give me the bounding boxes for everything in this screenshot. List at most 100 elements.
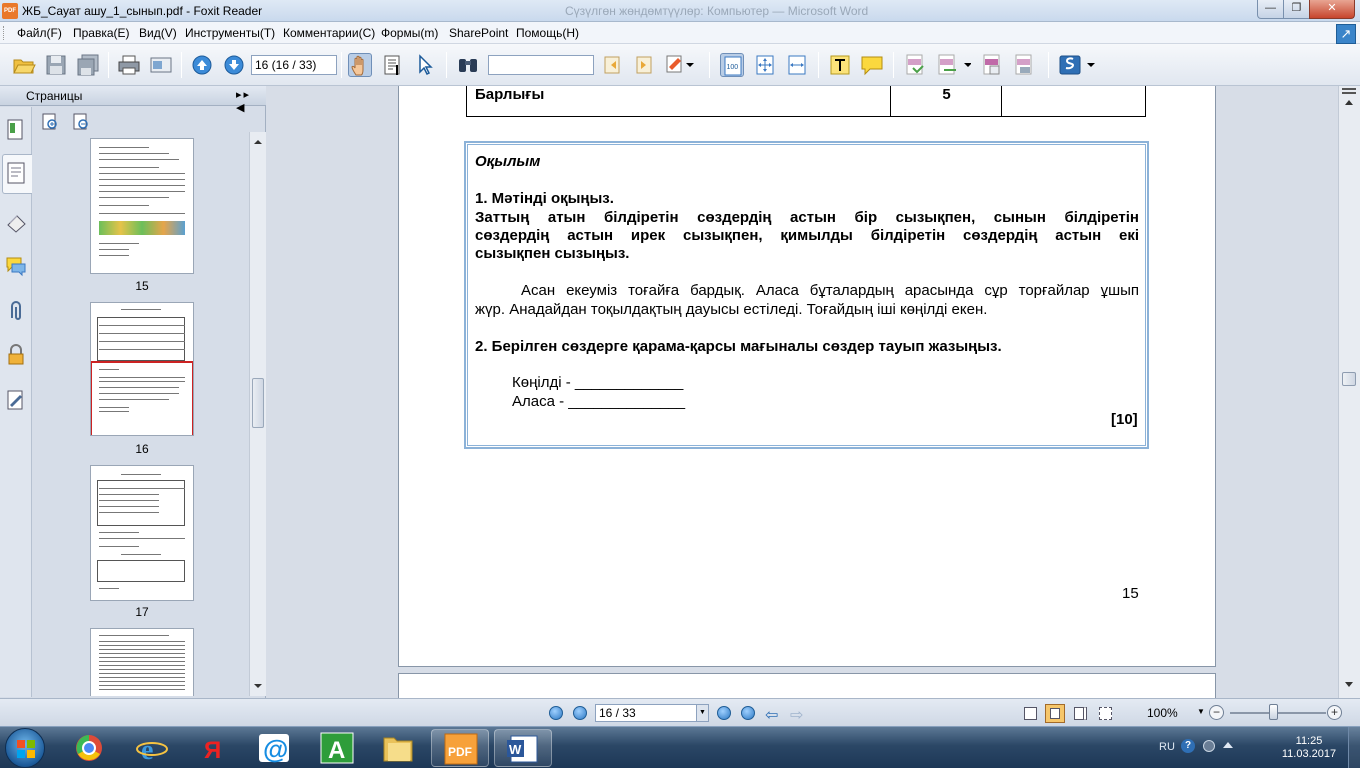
panel-collapse-icon[interactable]: ▸▸ ◀ bbox=[236, 88, 266, 114]
save-all-icon[interactable] bbox=[76, 53, 100, 77]
thumbnails-list: 15 16 17 bbox=[33, 132, 249, 696]
zoom-dropdown-icon[interactable]: ▼ bbox=[1197, 707, 1205, 716]
minimize-button[interactable]: — bbox=[1257, 0, 1284, 19]
foxit-icon[interactable]: PDF bbox=[431, 729, 489, 767]
menu-forms[interactable]: Формы(m) bbox=[381, 26, 438, 40]
zoom-in-button[interactable]: + bbox=[1327, 705, 1342, 720]
help-icon[interactable]: ? bbox=[1181, 739, 1195, 753]
task1-instruction-line3: сызықпен сызыңыз. bbox=[475, 245, 630, 262]
mail-icon[interactable]: @ bbox=[245, 729, 303, 767]
chrome-icon[interactable] bbox=[60, 729, 118, 767]
score-table: Барлығы 5 bbox=[466, 86, 1146, 117]
document-viewer[interactable]: Барлығы 5 Оқылым 1. Мәтінді оқыңыз. Затт… bbox=[267, 86, 1338, 698]
restore-layout-icon[interactable]: ↗ bbox=[1336, 24, 1356, 44]
zoom-out-button[interactable]: − bbox=[1209, 705, 1224, 720]
next-page-status-icon[interactable] bbox=[717, 706, 731, 720]
find-icon[interactable] bbox=[456, 53, 480, 77]
security-tab-icon[interactable] bbox=[6, 344, 26, 366]
menu-tools[interactable]: Инструменты(T) bbox=[185, 26, 275, 40]
show-hidden-icons-icon[interactable] bbox=[1223, 742, 1233, 748]
panel-tabs bbox=[0, 107, 32, 697]
continuous-icon[interactable] bbox=[1045, 704, 1065, 723]
pdf-page: Барлығы 5 Оқылым 1. Мәтінді оқыңыз. Затт… bbox=[398, 86, 1216, 667]
actual-size-icon[interactable]: 100 bbox=[720, 53, 744, 77]
hand-tool-icon[interactable] bbox=[348, 53, 372, 77]
status-page-field[interactable]: 16 / 33 ▼ bbox=[595, 704, 709, 722]
foxit-app-icon[interactable]: PDF bbox=[2, 3, 18, 19]
convert-icon[interactable] bbox=[935, 53, 972, 77]
highlight-icon[interactable] bbox=[664, 53, 694, 77]
language-indicator[interactable]: RU bbox=[1159, 741, 1175, 753]
print-icon[interactable] bbox=[117, 53, 141, 77]
page-thumbnail[interactable] bbox=[90, 628, 194, 696]
email-icon[interactable] bbox=[149, 53, 173, 77]
menu-grip[interactable] bbox=[3, 26, 6, 40]
search-input[interactable] bbox=[488, 55, 594, 75]
pdf-icon[interactable] bbox=[980, 53, 1004, 77]
yandex-icon[interactable]: Я bbox=[183, 729, 241, 767]
next-page-icon[interactable] bbox=[222, 53, 246, 77]
svg-text:Я: Я bbox=[204, 737, 221, 764]
page-dropdown-icon[interactable]: ▼ bbox=[696, 705, 708, 721]
prev-page-status-icon[interactable] bbox=[573, 706, 587, 720]
zoom-level[interactable]: 100% bbox=[1147, 706, 1178, 720]
search-prev-icon[interactable] bbox=[600, 53, 624, 77]
save-icon[interactable] bbox=[44, 53, 68, 77]
typewriter-icon[interactable] bbox=[828, 53, 852, 77]
menu-file[interactable]: Файл(F) bbox=[17, 26, 62, 40]
prev-page-icon[interactable] bbox=[190, 53, 214, 77]
fit-width-icon[interactable] bbox=[785, 53, 809, 77]
pages-panel: Страницы ▸▸ ◀ 15 16 17 bbox=[0, 86, 266, 698]
zoom-slider-track[interactable] bbox=[1230, 712, 1326, 714]
last-page-icon[interactable] bbox=[741, 706, 755, 720]
thumbnails-scrollbar[interactable] bbox=[249, 132, 266, 696]
page-number-input[interactable] bbox=[251, 55, 337, 75]
menu-view[interactable]: Вид(V) bbox=[139, 26, 177, 40]
zoom-slider-knob[interactable] bbox=[1269, 704, 1278, 720]
note-icon[interactable] bbox=[860, 53, 884, 77]
attachments-tab-icon[interactable] bbox=[6, 300, 26, 322]
layers-tab-icon[interactable] bbox=[6, 211, 26, 233]
reduce-thumbnail-icon[interactable] bbox=[73, 113, 88, 130]
menu-help[interactable]: Помощь(H) bbox=[516, 26, 579, 40]
page-thumbnail[interactable] bbox=[90, 138, 194, 274]
close-button[interactable]: ✕ bbox=[1309, 0, 1355, 19]
clock[interactable]: 11:25 11.03.2017 bbox=[1278, 735, 1340, 761]
search-next-icon[interactable] bbox=[632, 53, 656, 77]
pages-tab-icon[interactable] bbox=[2, 154, 32, 194]
bookmarks-tab-icon[interactable] bbox=[6, 119, 26, 141]
pdf2-icon[interactable] bbox=[1012, 53, 1036, 77]
first-page-icon[interactable] bbox=[549, 706, 563, 720]
continuous-facing-icon[interactable] bbox=[1099, 707, 1112, 720]
facing-icon[interactable] bbox=[1074, 707, 1087, 720]
open-icon[interactable] bbox=[12, 53, 36, 77]
back-arrow-icon[interactable]: ⇦ bbox=[765, 705, 778, 725]
a-icon[interactable]: A bbox=[308, 729, 366, 767]
start-button[interactable] bbox=[5, 728, 45, 768]
select-text-icon[interactable] bbox=[381, 53, 405, 77]
maximize-button[interactable]: ❐ bbox=[1283, 0, 1310, 19]
menu-comments[interactable]: Комментарии(C) bbox=[283, 26, 375, 40]
document-scrollbar[interactable] bbox=[1338, 86, 1360, 698]
menu-sharepoint[interactable]: SharePoint bbox=[449, 26, 508, 40]
word-icon[interactable]: W bbox=[494, 729, 552, 767]
network-icon[interactable] bbox=[1203, 740, 1215, 752]
forward-arrow-icon[interactable]: ⇨ bbox=[790, 705, 803, 725]
show-desktop-button[interactable] bbox=[1348, 727, 1360, 768]
folder-icon[interactable] bbox=[369, 729, 427, 767]
document-scroll-thumb[interactable] bbox=[1342, 372, 1356, 386]
create-pdf-icon[interactable] bbox=[903, 53, 927, 77]
page-thumbnail-selected[interactable] bbox=[90, 302, 194, 436]
enlarge-thumbnail-icon[interactable] bbox=[42, 113, 57, 130]
ie-icon[interactable]: e bbox=[122, 729, 180, 767]
fit-page-icon[interactable] bbox=[753, 53, 777, 77]
split-handle[interactable] bbox=[1342, 88, 1356, 94]
menu-edit[interactable]: Правка(E) bbox=[73, 26, 130, 40]
thumbnails-scroll-thumb[interactable] bbox=[252, 378, 264, 428]
select-icon[interactable] bbox=[413, 53, 437, 77]
page-thumbnail[interactable] bbox=[90, 465, 194, 601]
signatures-tab-icon[interactable] bbox=[6, 389, 26, 411]
comments-tab-icon[interactable] bbox=[6, 255, 26, 277]
single-page-icon[interactable] bbox=[1024, 707, 1037, 720]
sharepoint-icon[interactable] bbox=[1058, 53, 1095, 77]
